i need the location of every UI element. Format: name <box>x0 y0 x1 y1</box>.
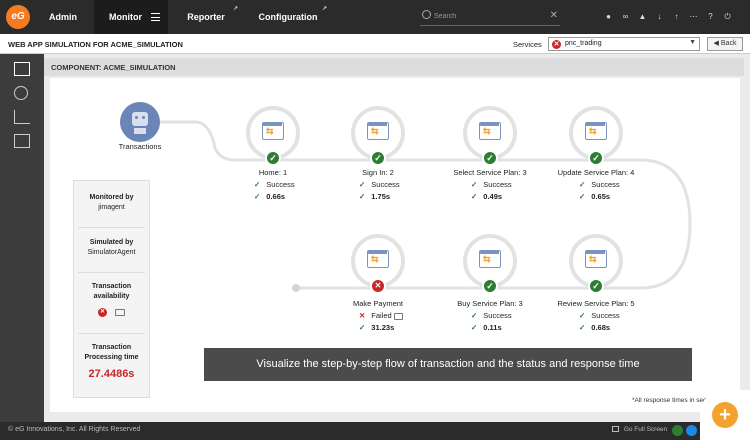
fab-corner: + <box>700 390 750 440</box>
monitored-by-value: jimagent <box>98 204 125 211</box>
step-status-text: Success <box>591 180 620 189</box>
x-icon: ✕ <box>359 311 366 320</box>
step-status: ✓ Success <box>359 180 400 189</box>
transaction-availability: Transaction availability <box>74 282 149 302</box>
step-name: Sign In: 2 <box>362 168 394 177</box>
check-icon: ✓ <box>579 323 586 332</box>
step-status-text: Success <box>483 180 512 189</box>
step-status: ✓ Success <box>579 311 620 320</box>
success-check-icon: ✓ <box>588 150 604 166</box>
check-icon: ✓ <box>471 180 478 189</box>
success-check-icon: ✓ <box>588 278 604 294</box>
success-check-icon: ✓ <box>370 150 386 166</box>
processing-value: 27.4486s <box>88 368 135 380</box>
check-icon: ✓ <box>579 192 586 201</box>
check-icon: ✓ <box>471 323 478 332</box>
check-icon: ✓ <box>254 192 261 201</box>
step-time-text: 0.66s <box>266 192 286 201</box>
step-time-text: 0.49s <box>483 192 503 201</box>
step-name: Review Service Plan: 5 <box>557 299 635 308</box>
check-icon: ✓ <box>471 192 478 201</box>
success-check-icon: ✓ <box>482 278 498 294</box>
step-status: ✓ Success <box>471 311 512 320</box>
robot-body <box>134 128 146 134</box>
fullscreen-label: Go Full Screen <box>623 426 668 433</box>
step-time-text: 31.23s <box>371 323 395 332</box>
step-name: Buy Service Plan: 3 <box>457 299 523 308</box>
check-icon: ✓ <box>359 192 366 201</box>
robot-head <box>132 112 148 126</box>
monitored-by: Monitored by jimagent <box>74 193 149 213</box>
step-status-text: Success <box>371 180 400 189</box>
transaction-icon: ⇆ <box>367 122 389 140</box>
info-icon[interactable] <box>686 425 697 436</box>
processing-label: Transaction Processing time <box>84 344 139 361</box>
step-status-text: Success <box>266 180 295 189</box>
step-status: ✓ Success <box>254 180 295 189</box>
divider <box>78 227 145 228</box>
step-status-text: Success <box>591 311 620 320</box>
check-icon: ✓ <box>471 311 478 320</box>
check-icon: ✓ <box>579 180 586 189</box>
simulated-by: Simulated by SimulatorAgent <box>74 238 149 258</box>
monitored-by-label: Monitored by <box>89 194 134 201</box>
success-check-icon: ✓ <box>482 150 498 166</box>
check-icon: ✓ <box>359 323 366 332</box>
step-time-text: 0.65s <box>591 192 611 201</box>
transaction-icon: ⇆ <box>262 122 284 140</box>
check-icon: ✓ <box>254 180 261 189</box>
step-name: Select Service Plan: 3 <box>453 168 527 177</box>
go-full-screen[interactable]: Go Full Screen <box>612 426 667 433</box>
step-time: ✓ 1.75s <box>359 192 390 201</box>
divider <box>78 272 145 273</box>
step-time: ✓ 0.49s <box>471 192 502 201</box>
step-time: ✓ 0.68s <box>579 323 610 332</box>
fullscreen-icon <box>612 426 619 433</box>
transactions-robot-icon[interactable] <box>120 102 160 142</box>
simulated-by-label: Simulated by <box>89 239 134 246</box>
camera-icon[interactable] <box>114 309 125 316</box>
transaction-icon: ⇆ <box>585 122 607 140</box>
check-icon: ✓ <box>359 180 366 189</box>
step-time-text: 1.75s <box>371 192 391 201</box>
simulated-by-value: SimulatorAgent <box>87 249 136 256</box>
step-name: Make Payment <box>352 299 404 308</box>
step-time: ✓ 0.11s <box>471 323 502 332</box>
step-name: Update Service Plan: 4 <box>557 168 635 177</box>
add-icon[interactable]: + <box>712 402 738 428</box>
step-status: ✕ Failed <box>359 311 403 320</box>
status-ok-icon[interactable] <box>672 425 683 436</box>
transaction-icon: ⇆ <box>479 122 501 140</box>
step-time-text: 0.11s <box>483 323 502 332</box>
transactions-label: Transactions <box>118 142 162 151</box>
caption-banner: Visualize the step-by-step flow of trans… <box>204 348 692 381</box>
step-status-text: Failed <box>371 311 392 320</box>
processing-time: Transaction Processing time <box>74 343 149 363</box>
step-name: Home: 1 <box>258 168 288 177</box>
check-icon: ✓ <box>579 311 586 320</box>
screenshot-icon[interactable] <box>393 312 403 320</box>
failed-x-icon: ✕ <box>370 278 386 294</box>
transaction-icon: ⇆ <box>479 250 501 268</box>
step-status-text: Success <box>483 311 512 320</box>
availability-label: Transaction availability <box>91 283 132 300</box>
footer: © eG Innovations, Inc. All Rights Reserv… <box>0 422 750 440</box>
availability-fail-icon: ✕ <box>98 308 108 317</box>
step-time: ✓ 0.65s <box>579 192 610 201</box>
step-status: ✓ Success <box>579 180 620 189</box>
transaction-icon: ⇆ <box>367 250 389 268</box>
step-time-text: 0.68s <box>591 323 611 332</box>
copyright: © eG Innovations, Inc. All Rights Reserv… <box>8 426 141 433</box>
divider <box>78 333 145 334</box>
step-time: ✓ 0.66s <box>254 192 285 201</box>
step-status: ✓ Success <box>471 180 512 189</box>
info-panel: Monitored by jimagent Simulated by Simul… <box>73 180 150 398</box>
success-check-icon: ✓ <box>265 150 281 166</box>
availability-icons: ✕ <box>74 308 149 318</box>
transaction-icon: ⇆ <box>585 250 607 268</box>
step-time: ✓ 31.23s <box>359 323 394 332</box>
